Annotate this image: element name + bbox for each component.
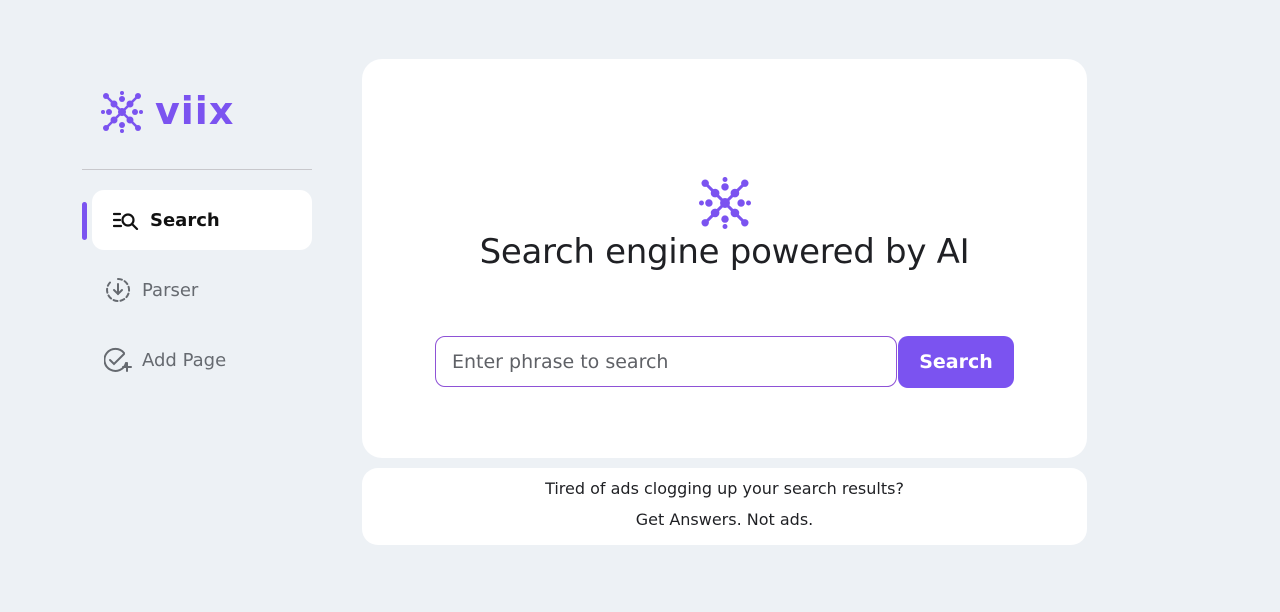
sidebar-item-search[interactable]: Search xyxy=(92,190,312,250)
sidebar-divider xyxy=(82,169,312,170)
sidebar-item-label: Parser xyxy=(142,279,199,301)
sidebar-item-label: Search xyxy=(150,209,220,231)
search-card: Search engine powered by AI Search xyxy=(362,59,1087,458)
tagline-card: Tired of ads clogging up your search res… xyxy=(362,468,1087,545)
search-input[interactable] xyxy=(435,336,897,387)
active-indicator xyxy=(82,202,87,240)
sidebar-item-label: Add Page xyxy=(142,349,227,371)
brand-logo[interactable]: viix xyxy=(101,89,235,137)
tagline-slogan: Get Answers. Not ads. xyxy=(635,510,814,529)
search-list-icon xyxy=(112,206,140,234)
sidebar-item-parser[interactable]: Parser xyxy=(92,260,312,320)
viix-logo-icon xyxy=(101,91,143,137)
brand-name: viix xyxy=(155,89,235,133)
check-add-icon xyxy=(104,346,132,374)
page-title: Search engine powered by AI xyxy=(479,232,970,272)
search-button[interactable]: Search xyxy=(898,336,1014,388)
tagline-question: Tired of ads clogging up your search res… xyxy=(545,479,904,498)
sidebar-item-add-page[interactable]: Add Page xyxy=(92,330,312,390)
viix-logo-icon xyxy=(699,177,751,233)
download-circle-icon xyxy=(104,276,132,304)
